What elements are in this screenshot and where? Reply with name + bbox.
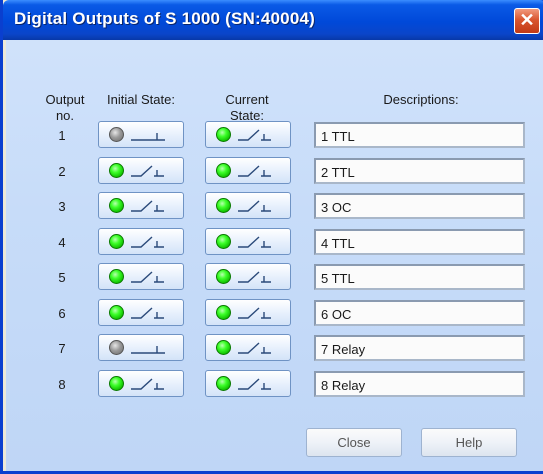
description-field[interactable]: 1 TTL — [314, 122, 525, 148]
output-number: 6 — [58, 306, 66, 321]
green-led-icon — [216, 305, 231, 320]
output-number: 3 — [58, 199, 66, 214]
header-output-no: Output no. — [39, 92, 91, 124]
switch-open-icon — [236, 304, 276, 327]
green-led-icon — [109, 305, 124, 320]
green-led-icon — [109, 234, 124, 249]
current-state-button[interactable] — [205, 334, 291, 361]
green-led-icon — [216, 163, 231, 178]
output-number: 8 — [58, 377, 66, 392]
output-number: 5 — [58, 270, 66, 285]
header-current-state: Current State: — [204, 92, 290, 124]
description-field[interactable]: 5 TTL — [314, 264, 525, 290]
green-led-icon — [216, 340, 231, 355]
switch-open-icon — [236, 126, 276, 149]
switch-open-icon — [129, 375, 169, 398]
switch-open-icon — [129, 233, 169, 256]
green-led-icon — [216, 127, 231, 142]
green-led-icon — [109, 163, 124, 178]
dialog-window: Digital Outputs of S 1000 (SN:40004) ✕ O… — [0, 0, 543, 474]
header-current-line1: Current — [225, 92, 269, 107]
switch-open-icon — [129, 162, 169, 185]
close-button[interactable]: Close — [306, 428, 402, 457]
title-bar[interactable]: Digital Outputs of S 1000 (SN:40004) ✕ — [3, 0, 543, 40]
current-state-button[interactable] — [205, 192, 291, 219]
green-led-icon — [109, 198, 124, 213]
output-number: 4 — [58, 235, 66, 250]
switch-open-icon — [236, 375, 276, 398]
switch-open-icon — [236, 162, 276, 185]
gray-led-icon — [109, 340, 124, 355]
green-led-icon — [109, 376, 124, 391]
current-state-button[interactable] — [205, 157, 291, 184]
window-title: Digital Outputs of S 1000 (SN:40004) — [14, 9, 315, 28]
description-field[interactable]: 7 Relay — [314, 335, 525, 361]
green-led-icon — [216, 269, 231, 284]
switch-open-icon — [129, 268, 169, 291]
initial-state-button[interactable] — [98, 370, 184, 397]
description-field[interactable]: 4 TTL — [314, 229, 525, 255]
switch-open-icon — [236, 197, 276, 220]
header-initial-state: Initial State: — [107, 92, 175, 107]
initial-state-button[interactable] — [98, 334, 184, 361]
header-descriptions: Descriptions: — [383, 92, 459, 107]
switch-open-icon — [236, 339, 276, 362]
initial-state-button[interactable] — [98, 157, 184, 184]
switch-closed-icon — [129, 126, 169, 149]
dialog-client-area: Output no. Initial State: Current State:… — [6, 40, 543, 471]
header-output-line1: Output — [45, 92, 85, 107]
help-button[interactable]: Help — [421, 428, 517, 457]
current-state-button[interactable] — [205, 299, 291, 326]
output-number: 2 — [58, 164, 66, 179]
header-output-line2: no. — [55, 108, 75, 123]
green-led-icon — [216, 234, 231, 249]
switch-closed-icon — [129, 339, 169, 362]
description-field[interactable]: 2 TTL — [314, 158, 525, 184]
green-led-icon — [109, 269, 124, 284]
close-window-button[interactable]: ✕ — [514, 8, 540, 34]
green-led-icon — [216, 198, 231, 213]
description-field[interactable]: 3 OC — [314, 193, 525, 219]
description-field[interactable]: 8 Relay — [314, 371, 525, 397]
gray-led-icon — [109, 127, 124, 142]
current-state-button[interactable] — [205, 121, 291, 148]
switch-open-icon — [236, 233, 276, 256]
initial-state-button[interactable] — [98, 228, 184, 255]
current-state-button[interactable] — [205, 228, 291, 255]
initial-state-button[interactable] — [98, 192, 184, 219]
green-led-icon — [216, 376, 231, 391]
switch-open-icon — [129, 197, 169, 220]
current-state-button[interactable] — [205, 263, 291, 290]
initial-state-button[interactable] — [98, 263, 184, 290]
output-number: 7 — [58, 341, 66, 356]
initial-state-button[interactable] — [98, 121, 184, 148]
switch-open-icon — [236, 268, 276, 291]
output-number: 1 — [58, 128, 66, 143]
current-state-button[interactable] — [205, 370, 291, 397]
initial-state-button[interactable] — [98, 299, 184, 326]
switch-open-icon — [129, 304, 169, 327]
description-field[interactable]: 6 OC — [314, 300, 525, 326]
